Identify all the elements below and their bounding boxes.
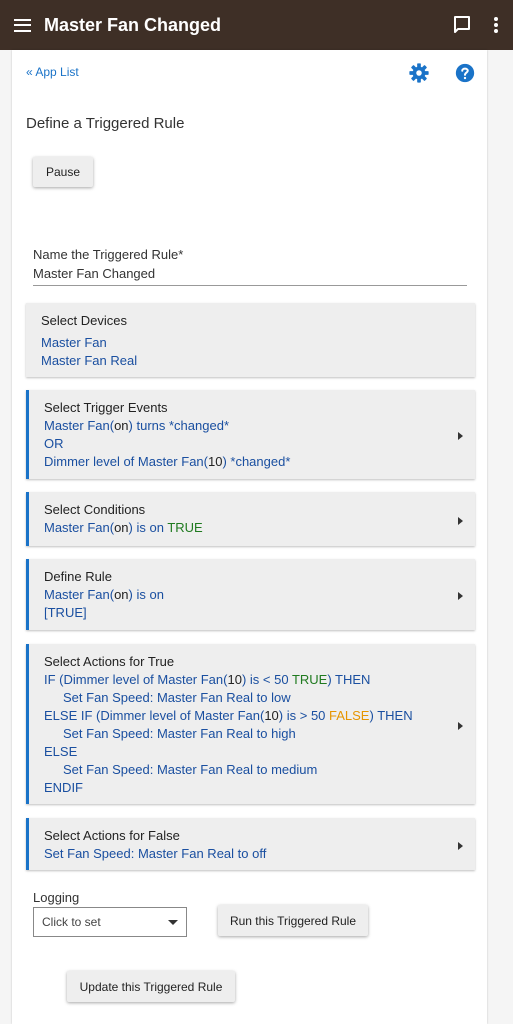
section-title: Select Actions for True (44, 654, 175, 669)
page-title: Master Fan Changed (44, 14, 222, 35)
gear-icon[interactable] (408, 62, 430, 84)
actions-true-section[interactable]: Select Actions for True IF (Dimmer level… (26, 644, 475, 804)
rule-name-label: Name the Triggered Rule* (33, 247, 184, 262)
menu-icon (13, 18, 31, 32)
section-title: Select Actions for False (44, 828, 180, 843)
trigger-line: Master Fan(on) turns *changed* (44, 418, 229, 433)
app-list-link[interactable]: « App List (26, 65, 79, 79)
trigger-or: OR (44, 436, 64, 451)
action-elseif-line: ELSE IF (Dimmer level of Master Fan(10) … (44, 708, 413, 723)
more-button[interactable] (479, 0, 513, 50)
run-rule-button[interactable]: Run this Triggered Rule (218, 905, 368, 936)
expand-arrow-icon (458, 592, 463, 600)
device-item: Master Fan (41, 335, 107, 350)
conditions-section[interactable]: Select Conditions Master Fan(on) is on T… (26, 492, 475, 546)
dropdown-arrow-icon (168, 920, 178, 925)
logging-select-value: Click to set (42, 915, 101, 929)
action-if-line: IF (Dimmer level of Master Fan(10) is < … (44, 672, 371, 687)
select-devices-section[interactable]: Select Devices Master Fan Master Fan Rea… (26, 303, 475, 377)
section-title: Select Devices (41, 313, 127, 328)
actions-false-section[interactable]: Select Actions for False Set Fan Speed: … (26, 818, 475, 870)
section-title: Select Conditions (44, 502, 146, 517)
expand-arrow-icon (458, 517, 463, 525)
rule-result: [TRUE] (44, 605, 87, 620)
action-endif-line: ENDIF (44, 780, 83, 795)
menu-button[interactable] (0, 0, 44, 50)
section-title: Select Trigger Events (44, 400, 168, 415)
update-rule-button[interactable]: Update this Triggered Rule (67, 971, 235, 1002)
rule-line: Master Fan(on) is on (44, 587, 164, 602)
expand-arrow-icon (458, 722, 463, 730)
condition-line: Master Fan(on) is on TRUE (44, 520, 203, 535)
rule-name-input[interactable]: Master Fan Changed (33, 266, 467, 286)
app-bar: Master Fan Changed (0, 0, 513, 50)
section-title: Define Rule (44, 569, 112, 584)
trigger-events-section[interactable]: Select Trigger Events Master Fan(on) tur… (26, 390, 475, 479)
action-else-line: ELSE (44, 744, 78, 759)
chat-icon (454, 16, 470, 33)
define-rule-section[interactable]: Define Rule Master Fan(on) is on [TRUE] (26, 559, 475, 630)
pause-button[interactable]: Pause (33, 157, 93, 187)
action-line: Set Fan Speed: Master Fan Real to off (44, 846, 267, 861)
more-vert-icon (494, 17, 498, 33)
trigger-line: Dimmer level of Master Fan(10) *changed* (44, 454, 291, 469)
expand-arrow-icon (458, 432, 463, 440)
expand-arrow-icon (458, 842, 463, 850)
logging-label: Logging (33, 890, 80, 905)
action-line: Set Fan Speed: Master Fan Real to high (63, 726, 296, 741)
help-icon[interactable] (454, 62, 476, 84)
chat-button[interactable] (445, 0, 479, 50)
action-line: Set Fan Speed: Master Fan Real to low (63, 690, 291, 705)
device-item: Master Fan Real (41, 353, 138, 368)
logging-select[interactable]: Click to set (33, 907, 187, 937)
section-heading: Define a Triggered Rule (26, 115, 185, 132)
action-line: Set Fan Speed: Master Fan Real to medium (63, 762, 318, 777)
